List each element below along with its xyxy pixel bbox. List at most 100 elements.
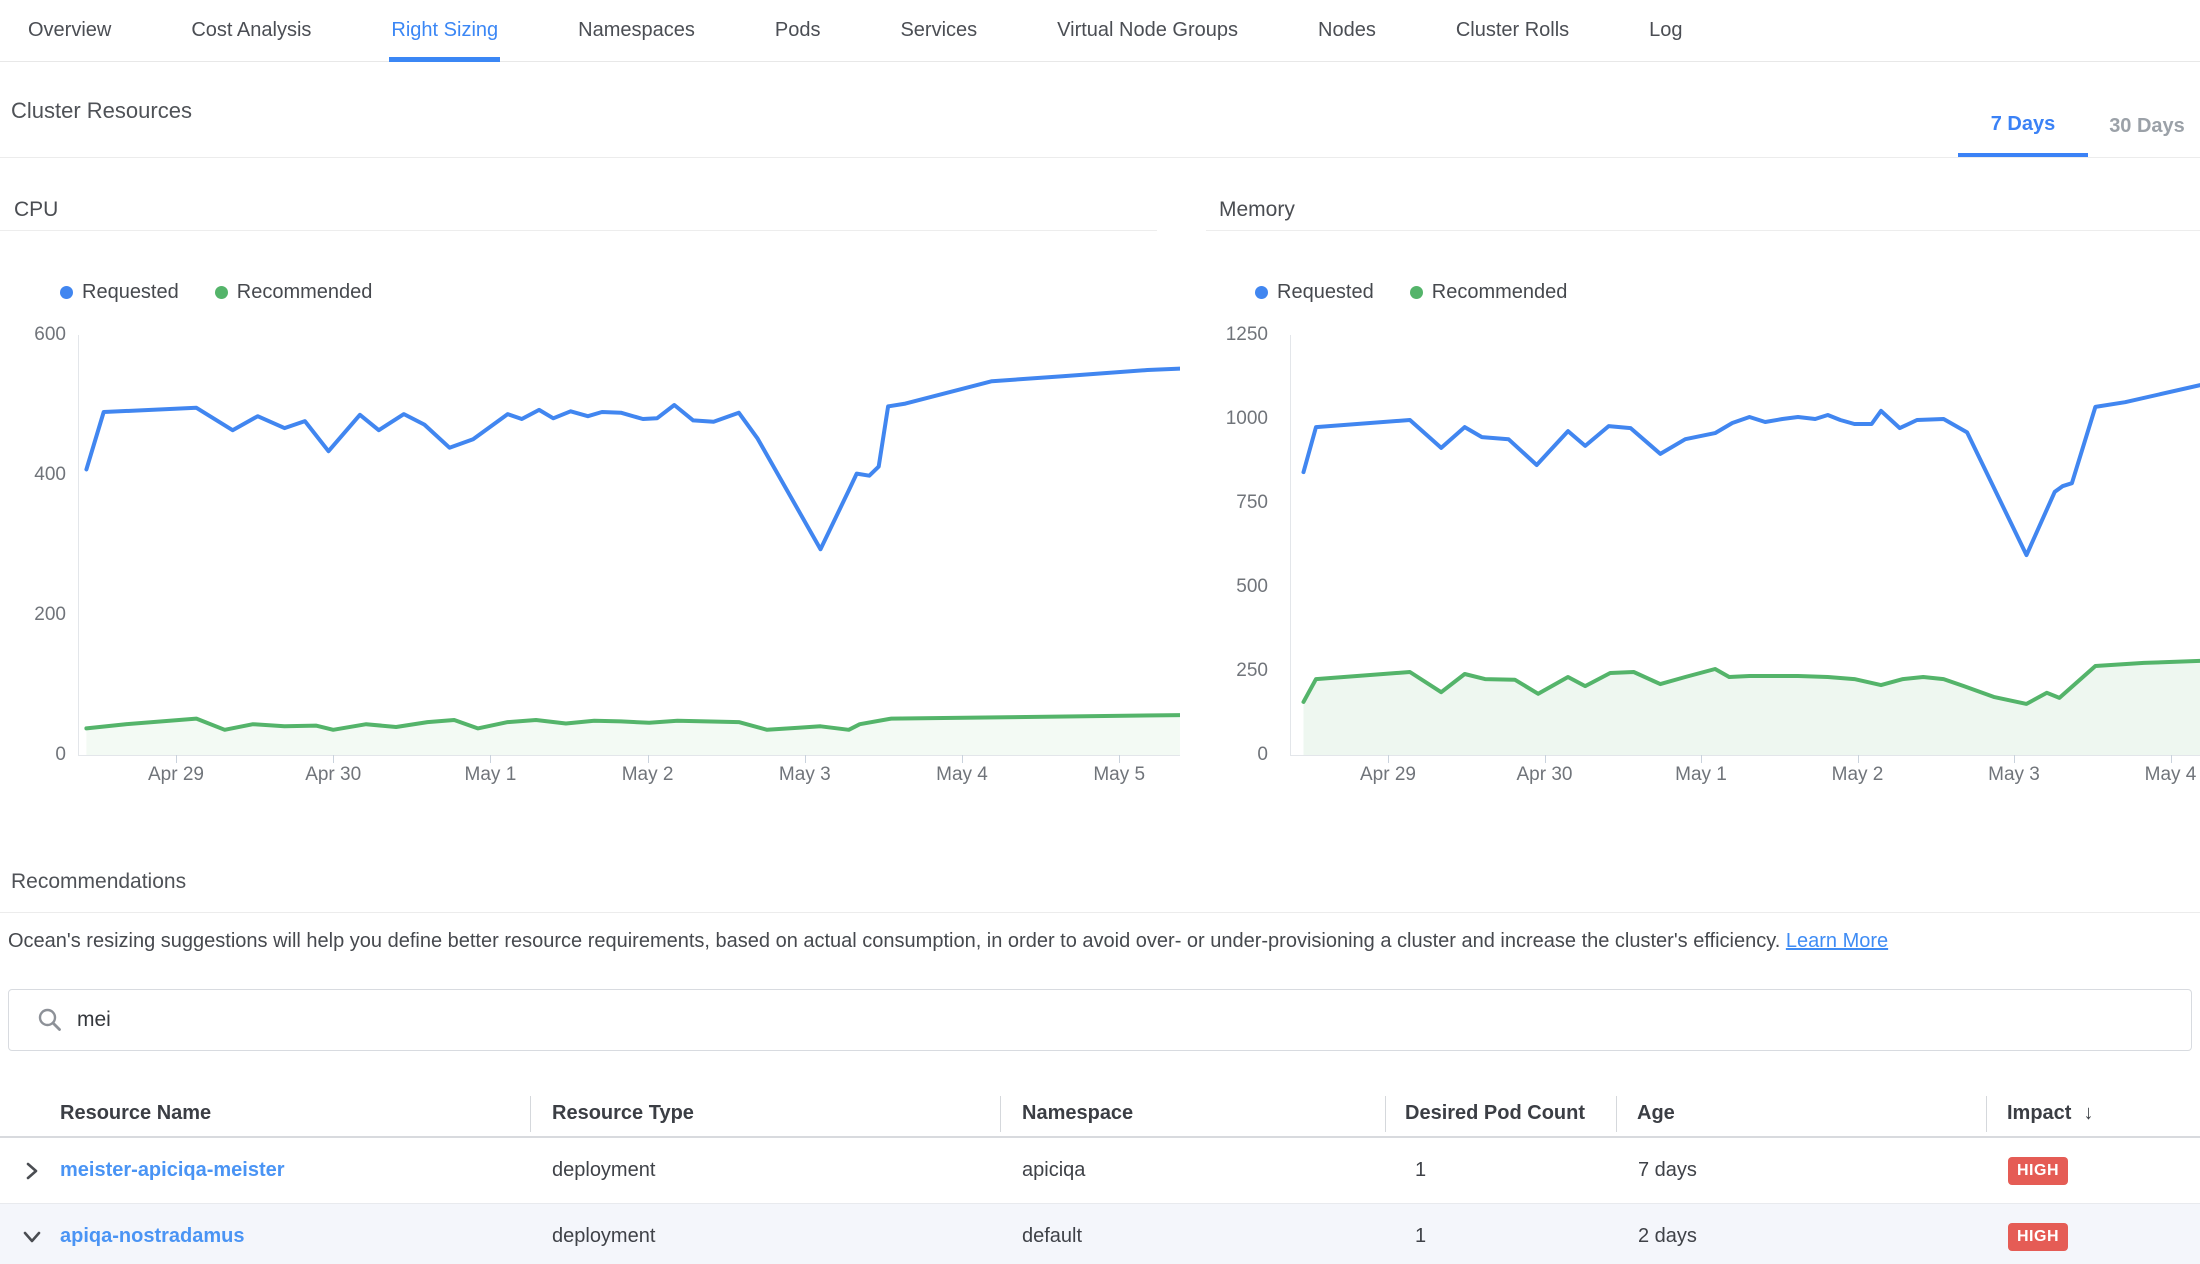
header-divider bbox=[0, 157, 2200, 158]
column-header-resource-type[interactable]: Resource Type bbox=[530, 1090, 1000, 1136]
tab-right-sizing[interactable]: Right Sizing bbox=[391, 0, 498, 62]
legend-label: Requested bbox=[82, 281, 179, 304]
column-label: Namespace bbox=[1022, 1102, 1133, 1125]
cpu-legend-requested[interactable]: Requested bbox=[60, 281, 179, 304]
x-axis-label: Apr 29 bbox=[126, 764, 226, 786]
table-header-row: Resource Name Resource Type Namespace De… bbox=[0, 1090, 2200, 1138]
learn-more-link[interactable]: Learn More bbox=[1786, 930, 1888, 952]
column-header-resource-name[interactable]: Resource Name bbox=[0, 1090, 530, 1136]
pod-count-cell: 1 bbox=[1385, 1138, 1616, 1203]
x-axis-label: May 2 bbox=[598, 764, 698, 786]
memory-legend: Requested Recommended bbox=[1255, 281, 1567, 304]
x-axis-label: May 4 bbox=[912, 764, 1012, 786]
search-icon bbox=[37, 1007, 63, 1033]
y-axis-label: 250 bbox=[1208, 660, 1268, 682]
cpu-chart-plot bbox=[78, 330, 1180, 760]
recommendations-table: Resource Name Resource Type Namespace De… bbox=[0, 1090, 2200, 1264]
cpu-legend: Requested Recommended bbox=[60, 281, 372, 304]
y-axis-label: 0 bbox=[6, 744, 66, 766]
resource-type-cell: deployment bbox=[530, 1204, 1000, 1264]
top-tab-bar: Overview Cost Analysis Right Sizing Name… bbox=[0, 0, 2200, 62]
memory-chart-plot bbox=[1290, 330, 2200, 760]
table-row[interactable]: meister-apiciqa-meister deployment apici… bbox=[0, 1138, 2200, 1204]
expand-chevron-right-icon[interactable] bbox=[22, 1161, 42, 1181]
requested-dot-icon bbox=[60, 286, 73, 299]
recommendations-title: Recommendations bbox=[11, 870, 186, 894]
x-axis-label: May 3 bbox=[1964, 764, 2064, 786]
column-label: Desired Pod Count bbox=[1405, 1102, 1585, 1125]
y-axis-label: 500 bbox=[1208, 576, 1268, 598]
y-axis-label: 400 bbox=[6, 464, 66, 486]
recommendations-description: Ocean's resizing suggestions will help y… bbox=[8, 930, 1888, 953]
x-axis-label: May 2 bbox=[1808, 764, 1908, 786]
y-axis-label: 600 bbox=[6, 324, 66, 346]
recommendations-divider bbox=[0, 912, 2200, 913]
resource-type-cell: deployment bbox=[530, 1138, 1000, 1203]
x-axis-label: May 1 bbox=[440, 764, 540, 786]
memory-title-border bbox=[1206, 230, 2200, 231]
x-axis-label: May 4 bbox=[2121, 764, 2200, 786]
column-header-desired-pod-count[interactable]: Desired Pod Count bbox=[1385, 1090, 1616, 1136]
requested-dot-icon bbox=[1255, 286, 1268, 299]
tab-overview[interactable]: Overview bbox=[28, 0, 111, 62]
x-axis-label: Apr 30 bbox=[1495, 764, 1595, 786]
sort-desc-arrow-icon[interactable]: ↓ bbox=[2083, 1102, 2093, 1125]
column-label: Age bbox=[1637, 1102, 1675, 1125]
impact-badge: HIGH bbox=[2008, 1223, 2068, 1251]
legend-label: Recommended bbox=[237, 281, 373, 304]
search-box[interactable] bbox=[8, 989, 2192, 1051]
tab-services[interactable]: Services bbox=[900, 0, 977, 62]
resource-name-link[interactable]: meister-apiciqa-meister bbox=[60, 1159, 285, 1182]
requested-line bbox=[86, 369, 1180, 550]
namespace-cell: apiciqa bbox=[1000, 1138, 1385, 1203]
x-axis-label: Apr 30 bbox=[283, 764, 383, 786]
memory-legend-requested[interactable]: Requested bbox=[1255, 281, 1374, 304]
cpu-legend-recommended[interactable]: Recommended bbox=[215, 281, 373, 304]
column-label: Resource Type bbox=[552, 1102, 694, 1125]
column-label: Impact bbox=[2007, 1102, 2071, 1125]
column-header-namespace[interactable]: Namespace bbox=[1000, 1090, 1385, 1136]
x-axis-label: May 5 bbox=[1069, 764, 1169, 786]
namespace-cell: default bbox=[1000, 1204, 1385, 1264]
y-axis-label: 200 bbox=[6, 604, 66, 626]
y-axis-label: 0 bbox=[1208, 744, 1268, 766]
x-axis-label: Apr 29 bbox=[1338, 764, 1438, 786]
requested-line bbox=[1304, 385, 2200, 555]
range-tab-30-days[interactable]: 30 Days bbox=[2088, 96, 2200, 157]
y-axis-label: 1000 bbox=[1208, 408, 1268, 430]
column-header-age[interactable]: Age bbox=[1616, 1090, 1986, 1136]
column-header-impact[interactable]: Impact ↓ bbox=[1986, 1090, 2200, 1136]
y-axis-label: 1250 bbox=[1208, 324, 1268, 346]
recommended-dot-icon bbox=[215, 286, 228, 299]
tab-cluster-rolls[interactable]: Cluster Rolls bbox=[1456, 0, 1569, 62]
range-tab-7-days[interactable]: 7 Days bbox=[1958, 96, 2088, 157]
column-label: Resource Name bbox=[60, 1102, 211, 1125]
tab-cost-analysis[interactable]: Cost Analysis bbox=[191, 0, 311, 62]
memory-legend-recommended[interactable]: Recommended bbox=[1410, 281, 1568, 304]
memory-chart-title: Memory bbox=[1219, 198, 1295, 222]
age-cell: 2 days bbox=[1616, 1204, 1986, 1264]
tab-nodes[interactable]: Nodes bbox=[1318, 0, 1376, 62]
pod-count-cell: 1 bbox=[1385, 1204, 1616, 1264]
recommended-dot-icon bbox=[1410, 286, 1423, 299]
resource-name-link[interactable]: apiqa-nostradamus bbox=[60, 1225, 244, 1248]
search-input[interactable] bbox=[77, 990, 2191, 1050]
tab-virtual-node-groups[interactable]: Virtual Node Groups bbox=[1057, 0, 1238, 62]
right-sizing-page: Overview Cost Analysis Right Sizing Name… bbox=[0, 0, 2200, 1264]
tab-log[interactable]: Log bbox=[1649, 0, 1682, 62]
x-axis-label: May 3 bbox=[755, 764, 855, 786]
legend-label: Requested bbox=[1277, 281, 1374, 304]
tab-pods[interactable]: Pods bbox=[775, 0, 821, 62]
recommendations-text: Ocean's resizing suggestions will help y… bbox=[8, 930, 1780, 952]
x-axis-label: May 1 bbox=[1651, 764, 1751, 786]
cpu-chart-title: CPU bbox=[14, 198, 58, 222]
collapse-chevron-down-icon[interactable] bbox=[22, 1227, 42, 1247]
age-cell: 7 days bbox=[1616, 1138, 1986, 1203]
y-axis-label: 750 bbox=[1208, 492, 1268, 514]
impact-badge: HIGH bbox=[2008, 1157, 2068, 1185]
cluster-resources-title: Cluster Resources bbox=[11, 98, 192, 124]
legend-label: Recommended bbox=[1432, 281, 1568, 304]
time-range-tabs: 7 Days 30 Days bbox=[1958, 96, 2200, 157]
table-row[interactable]: apiqa-nostradamus deployment default 1 2… bbox=[0, 1204, 2200, 1264]
tab-namespaces[interactable]: Namespaces bbox=[578, 0, 695, 62]
